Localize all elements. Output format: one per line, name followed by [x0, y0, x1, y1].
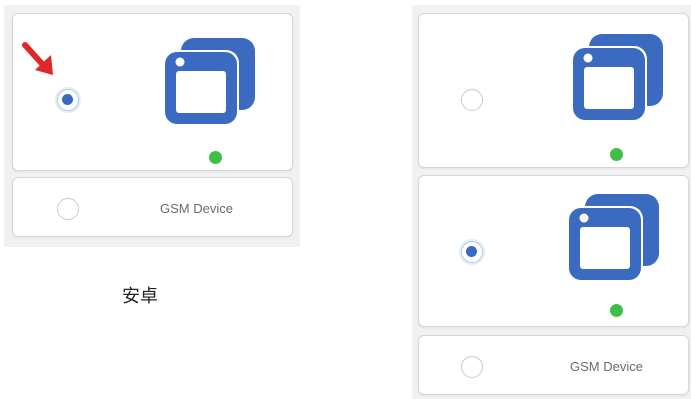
- red-arrow-icon: [22, 42, 53, 75]
- device-option-card[interactable]: [12, 13, 293, 171]
- status-online-dot: [610, 304, 623, 317]
- right-device-panel: GSM Device: [412, 5, 691, 399]
- gsm-device-option-card[interactable]: GSM Device: [418, 335, 689, 395]
- app-window-icon: [163, 38, 255, 126]
- device-radio-selected[interactable]: [57, 89, 79, 111]
- gsm-device-radio[interactable]: [461, 356, 483, 378]
- device-radio-2-selected[interactable]: [461, 241, 483, 263]
- device-option-card-2[interactable]: [418, 175, 689, 327]
- status-online-dot: [209, 151, 222, 164]
- status-online-dot: [610, 148, 623, 161]
- screenshot-stage: GSM Device 安卓 GSM Device: [0, 0, 691, 399]
- app-window-icon: [567, 194, 659, 282]
- android-caption: 安卓: [122, 286, 158, 307]
- gsm-device-label: GSM Device: [570, 359, 643, 374]
- gsm-device-label: GSM Device: [160, 201, 233, 216]
- app-window-icon: [571, 34, 663, 122]
- device-option-card-1[interactable]: [418, 13, 689, 168]
- gsm-device-option-card[interactable]: GSM Device: [12, 177, 293, 237]
- gsm-device-radio[interactable]: [57, 198, 79, 220]
- device-radio-1[interactable]: [461, 89, 483, 111]
